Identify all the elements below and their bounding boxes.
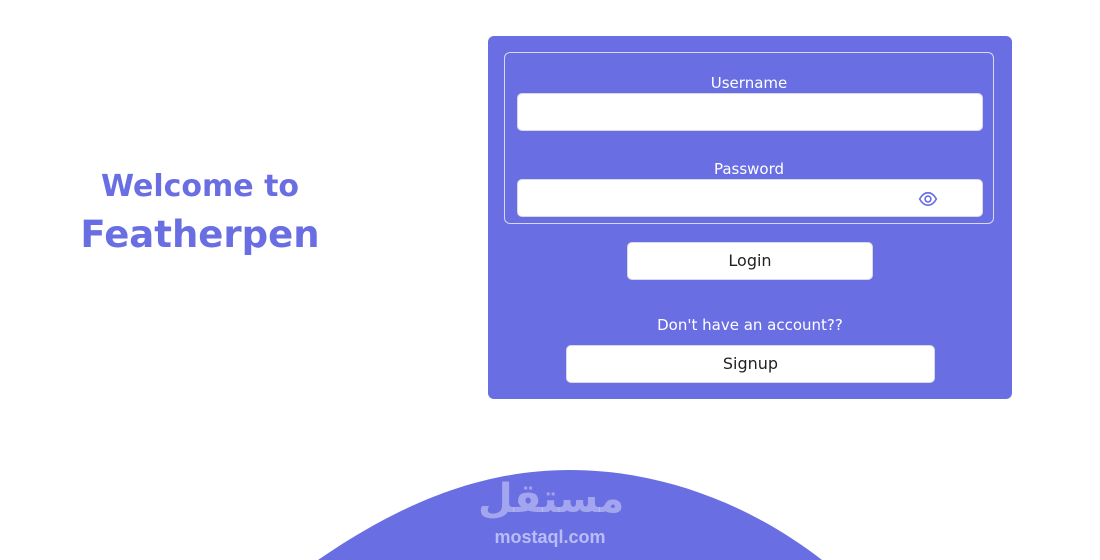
signup-prompt: Don't have an account?? xyxy=(657,316,843,334)
login-button[interactable]: Login xyxy=(627,242,873,280)
watermark-url: mostaql.com xyxy=(494,527,606,547)
watermark-arabic: مستقل xyxy=(478,476,625,522)
signup-button[interactable]: Signup xyxy=(566,345,935,383)
app-name: Featherpen xyxy=(80,213,320,256)
welcome-heading: Welcome to Featherpen xyxy=(60,168,340,260)
password-input[interactable] xyxy=(517,179,983,217)
login-card: Username Password Login Don't have an ac… xyxy=(488,36,1012,399)
username-label: Username xyxy=(710,74,788,92)
welcome-line: Welcome to xyxy=(100,169,300,204)
credentials-fieldset: Username Password xyxy=(504,52,994,224)
eye-icon[interactable] xyxy=(918,189,938,209)
password-label: Password xyxy=(713,160,785,178)
username-input[interactable] xyxy=(517,93,983,131)
